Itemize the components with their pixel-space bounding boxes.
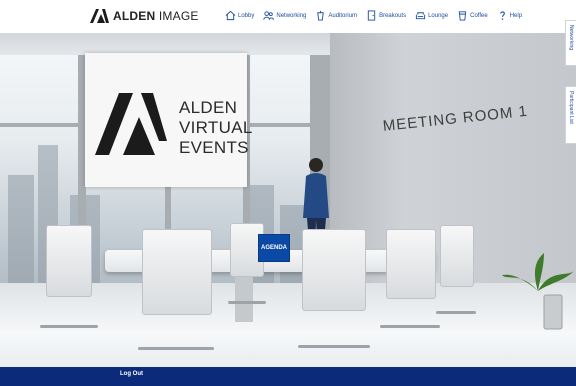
- nav-auditorium-label: Auditorium: [328, 12, 358, 19]
- office-chair: [380, 229, 440, 339]
- top-navigation-bar: ALDEN IMAGE Lobby Networking Auditorium …: [0, 0, 576, 34]
- meeting-room-scene: MEETING ROOM 1 ALDEN VIRTUAL EVENTS AGEN…: [0, 33, 576, 367]
- main-nav: Lobby Networking Auditorium Breakouts Lo…: [225, 10, 522, 21]
- participant-list-side-tab[interactable]: Participant List: [565, 86, 576, 144]
- help-icon: [499, 11, 505, 20]
- participant-list-side-tab-label: Participant List: [568, 91, 574, 124]
- nav-help[interactable]: Help: [497, 10, 522, 21]
- people-icon: [263, 11, 275, 20]
- agenda-label: AGENDA: [260, 245, 287, 251]
- brand-logo[interactable]: ALDEN IMAGE: [90, 7, 199, 25]
- logout-button[interactable]: Log Out: [120, 371, 143, 377]
- alden-logo-icon: [95, 93, 167, 155]
- office-chair: [436, 225, 476, 325]
- sofa-icon: [415, 12, 426, 20]
- alden-logo-icon: [90, 9, 109, 23]
- brand-name: ALDEN IMAGE: [113, 9, 199, 23]
- office-chair: [138, 229, 214, 367]
- potted-plant: [502, 253, 574, 330]
- banner-line-2: VIRTUAL: [179, 118, 253, 137]
- house-icon: [225, 10, 236, 21]
- nav-help-label: Help: [509, 12, 523, 19]
- nav-networking[interactable]: Networking: [263, 10, 306, 21]
- banner-line-3: EVENTS: [179, 138, 249, 157]
- networking-side-tab[interactable]: Networking: [565, 20, 576, 66]
- nav-coffee-label: Coffee: [470, 12, 488, 19]
- skyline-building: [8, 175, 34, 295]
- nav-lobby-label: Lobby: [238, 12, 255, 19]
- nav-breakouts[interactable]: Breakouts: [366, 10, 406, 21]
- nav-lobby[interactable]: Lobby: [225, 10, 254, 21]
- alden-virtual-events-banner: ALDEN VIRTUAL EVENTS: [85, 53, 252, 187]
- cup-icon: [458, 11, 467, 21]
- nav-breakouts-label: Breakouts: [379, 12, 407, 19]
- networking-side-tab-label: Networking: [568, 25, 574, 51]
- door-icon: [367, 10, 376, 21]
- office-chair: [40, 225, 98, 340]
- agenda-button[interactable]: AGENDA: [258, 234, 290, 262]
- nav-coffee[interactable]: Coffee: [457, 10, 488, 21]
- footer-bar: Log Out: [0, 367, 576, 386]
- nav-lounge-label: Lounge: [428, 12, 449, 19]
- office-chair: [298, 229, 370, 359]
- nav-lounge[interactable]: Lounge: [415, 10, 448, 21]
- nav-networking-label: Networking: [276, 12, 307, 19]
- banner-line-1: ALDEN: [179, 98, 238, 117]
- nav-auditorium[interactable]: Auditorium: [315, 10, 357, 21]
- podium-icon: [317, 10, 325, 21]
